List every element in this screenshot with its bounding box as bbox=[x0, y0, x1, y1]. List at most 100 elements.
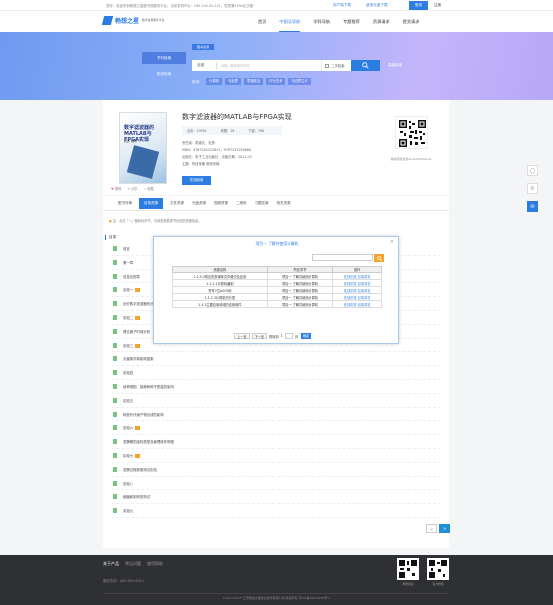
toc-row[interactable]: 实验六 bbox=[111, 421, 441, 436]
hot-word[interactable]: 马克思 bbox=[225, 78, 241, 85]
search-input[interactable]: 请输入要检索的内容 bbox=[217, 63, 250, 68]
toc-row-title[interactable]: 实验八 bbox=[123, 481, 133, 486]
resource-badge-icon[interactable] bbox=[135, 288, 141, 293]
toc-row-title[interactable]: 第一章 bbox=[123, 260, 133, 265]
mail-icon[interactable]: ✉ bbox=[527, 201, 538, 212]
login-button[interactable]: 登录 bbox=[409, 1, 428, 10]
client-download-link[interactable]: 用户端下载 bbox=[333, 3, 351, 8]
chat-icon[interactable]: ◯ bbox=[527, 165, 538, 176]
toc-row-title[interactable]: 实验五 bbox=[123, 398, 133, 403]
nav-request[interactable]: 资源请求 bbox=[373, 11, 390, 32]
nav-home[interactable]: 首页 bbox=[258, 11, 266, 32]
nav-topic[interactable]: 专题推荐 bbox=[343, 11, 360, 32]
toc-row-title[interactable]: 实验四 bbox=[123, 370, 133, 375]
toc-row-title[interactable]: 信息论指导 bbox=[123, 274, 140, 279]
operations-cell[interactable]: 在线浏览 目录浏览 bbox=[332, 272, 382, 280]
resource-badge-icon[interactable] bbox=[135, 453, 141, 458]
operations-cell[interactable]: 在线浏览 目录浏览 bbox=[332, 293, 382, 301]
toc-row-title[interactable]: 理论离子时域分析 bbox=[123, 329, 150, 334]
checkbox-icon[interactable] bbox=[325, 63, 329, 68]
toc-row-title[interactable]: 实验一 bbox=[123, 287, 141, 293]
jump-label: 跳转到 bbox=[269, 334, 279, 339]
footer-link-help[interactable]: 使用帮助 bbox=[147, 561, 163, 567]
next-page-button[interactable]: > bbox=[439, 524, 450, 533]
toc-row-title[interactable]: 实验六 bbox=[123, 425, 141, 431]
operations-cell[interactable]: 在线浏览 目录浏览 bbox=[332, 286, 382, 294]
toc-row-title[interactable]: 种鼠代代谢产物合成的影响 bbox=[123, 412, 164, 417]
toc-row-title[interactable]: 实验七 bbox=[123, 453, 141, 458]
toc-row[interactable]: 培养基配、接种和种子质量的影响 bbox=[111, 380, 441, 394]
table-row: 1.2.5.4常见的多媒体文件格式及应用 项目一 了解并使用计算机 在线浏览 目录浏… bbox=[172, 272, 382, 280]
toc-row[interactable]: 灭菌条件和影响因素 bbox=[111, 352, 441, 367]
toc-row-title[interactable]: 发酵过程参数测试实验 bbox=[123, 467, 157, 472]
footer-link-faq[interactable]: 常见问题 bbox=[125, 561, 141, 567]
toc-row-title[interactable]: 前言 bbox=[123, 246, 130, 251]
resource-badge-icon[interactable] bbox=[135, 426, 141, 431]
book-resource-label[interactable]: 图书资源 bbox=[192, 44, 214, 50]
toc-row[interactable]: 实验九 bbox=[111, 504, 441, 518]
dialog-next-button[interactable]: 下一页 bbox=[251, 333, 268, 339]
toc-row[interactable]: 种鼠代代谢产物合成的影响 bbox=[111, 408, 441, 422]
hot-word[interactable]: 计算机 bbox=[206, 78, 223, 85]
tab-qrcode[interactable]: 二维码 bbox=[235, 196, 248, 210]
toc-row[interactable]: 实验七 bbox=[111, 449, 441, 463]
phone-icon[interactable]: ✆ bbox=[527, 183, 538, 194]
tab-cd-resources[interactable]: 光盘资源 bbox=[191, 196, 207, 210]
dialog-search-input[interactable] bbox=[312, 254, 373, 261]
secondary-search-toggle[interactable]: 二次检索 bbox=[321, 60, 351, 71]
toc-row[interactable]: 发酵过程参数测试实验 bbox=[111, 463, 441, 477]
page-input[interactable] bbox=[284, 333, 293, 339]
hot-word[interactable]: 行为艺术 bbox=[266, 78, 286, 85]
toc-row-title[interactable]: 实验九 bbox=[123, 508, 133, 513]
read-online-button[interactable]: 在线阅读 bbox=[182, 176, 211, 185]
nav-subject[interactable]: 学科导航 bbox=[313, 11, 330, 32]
operations-cell[interactable]: 在线浏览 目录浏览 bbox=[332, 279, 382, 287]
favorite-button[interactable]: ☆ 收藏 bbox=[143, 186, 153, 191]
toc-row-title[interactable]: 灭菌条件和影响因素 bbox=[123, 356, 154, 361]
resource-badge-icon[interactable] bbox=[135, 343, 141, 348]
operations-cell[interactable]: 在线浏览 目录浏览 bbox=[332, 300, 382, 308]
dialog-search-button[interactable] bbox=[374, 254, 384, 262]
table-row: 1.4.3主要应用领域的应用软件 项目一 了解并使用计算机 在线浏览 目录浏览 bbox=[172, 300, 382, 308]
advanced-search-link[interactable]: 高级检索 bbox=[388, 63, 402, 68]
tab-toc-resources[interactable]: 目录资源 bbox=[139, 198, 163, 209]
tab-video-resources[interactable]: 视频资源 bbox=[213, 196, 229, 210]
tab-file-resources[interactable]: 文件资源 bbox=[169, 196, 185, 210]
register-link[interactable]: 注册 bbox=[434, 3, 441, 8]
tab-book-detail[interactable]: 图书详情 bbox=[117, 196, 133, 210]
toc-row[interactable]: 实验四 bbox=[111, 366, 441, 380]
dialog-prev-button[interactable]: 上一页 bbox=[234, 333, 250, 339]
footer-link-about[interactable]: 关于产品 bbox=[103, 561, 119, 567]
toc-row-title[interactable]: 细菌和制剂的测试 bbox=[123, 494, 150, 499]
document-icon bbox=[113, 397, 117, 403]
toc-row-title[interactable]: 划分数字滤波器的分类 bbox=[123, 301, 157, 306]
recommend-button[interactable]: ♥ 推荐 bbox=[111, 186, 121, 191]
share-button[interactable]: ≺ 分享 bbox=[127, 186, 137, 191]
go-button[interactable]: 确定 bbox=[300, 333, 312, 339]
nav-clc[interactable]: 中图法导航 bbox=[279, 11, 301, 32]
toc-row[interactable]: 实验五 bbox=[111, 394, 441, 408]
toc-row[interactable]: 发酵罐的结构类型及管理操作规程 bbox=[111, 435, 441, 449]
toc-row-title[interactable]: 发酵罐的结构类型及管理操作规程 bbox=[123, 439, 174, 444]
toc-row[interactable]: 实验八 bbox=[111, 477, 441, 491]
scope-select[interactable]: 全部 bbox=[192, 62, 217, 69]
toc-row[interactable]: 细菌和制剂的测试 bbox=[111, 490, 441, 505]
close-icon[interactable]: × bbox=[390, 239, 394, 245]
book-title: 数字滤波器的MATLAB与FPGA实现 bbox=[182, 113, 292, 121]
toc-row-title[interactable]: 培养基配、接种和种子质量的影响 bbox=[123, 384, 174, 389]
prev-page-button[interactable]: < bbox=[426, 524, 437, 533]
tab-book-search[interactable]: 书刊检索 bbox=[142, 52, 186, 64]
tab-knowledge-search[interactable]: 知识检索 bbox=[142, 68, 186, 80]
nav-submit[interactable]: 提交请求 bbox=[403, 11, 420, 32]
tab-answers[interactable]: 习题答案 bbox=[254, 196, 270, 210]
toc-row-title[interactable]: 实验二 bbox=[123, 315, 141, 320]
logo[interactable]: 畅想之星 数字资源服务平台 bbox=[101, 16, 170, 25]
tab-related[interactable]: 相关资源 bbox=[276, 196, 292, 210]
hot-word[interactable]: 马克思主义 bbox=[288, 78, 311, 85]
resource-badge-icon[interactable] bbox=[135, 315, 141, 320]
hot-word[interactable]: 思想政治 bbox=[243, 78, 264, 85]
toc-row-title[interactable]: 实验三 bbox=[123, 343, 141, 348]
footer-links: 关于产品 常见问题 使用帮助 bbox=[103, 561, 169, 567]
search-button[interactable] bbox=[351, 60, 380, 71]
cd-download-link[interactable]: 虚拟光盘下载 bbox=[366, 3, 388, 8]
